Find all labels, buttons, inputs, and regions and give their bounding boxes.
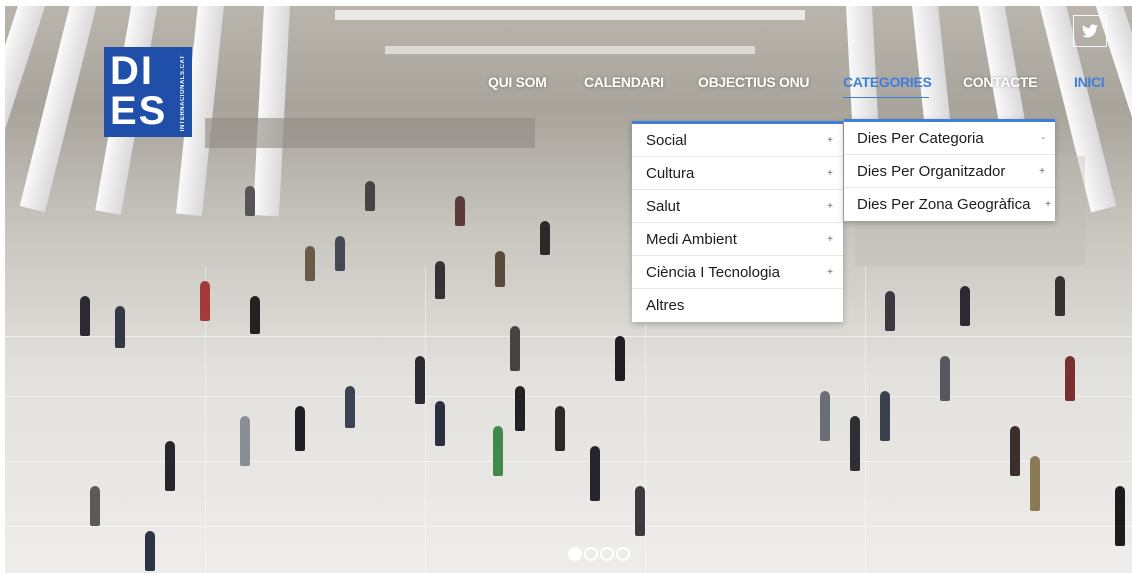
ceiling-beam (335, 10, 805, 20)
menu-item-label: Altres (646, 297, 685, 314)
menu-item-ciencia-tecnologia[interactable]: Ciència I Tecnologia + (632, 256, 843, 289)
menu-item-label: Cultura (646, 165, 695, 182)
person (885, 291, 895, 331)
nav-qui-som[interactable]: QUI SOM (488, 74, 547, 90)
slider-dot-1[interactable] (568, 547, 582, 561)
person (90, 486, 100, 526)
menu-item-label: Ciència I Tecnologia (646, 264, 780, 281)
person (335, 236, 345, 271)
person (615, 336, 625, 381)
menu-item-label: Dies Per Zona Geogràfica (857, 196, 1031, 213)
nav-calendari[interactable]: CALENDARI (584, 74, 664, 90)
expand-plus-icon: + (827, 201, 833, 212)
person (305, 246, 315, 281)
menu-item-salut[interactable]: Salut + (632, 190, 843, 223)
person (960, 286, 970, 326)
person (1055, 276, 1065, 316)
slider-dot-4[interactable] (616, 547, 630, 561)
ceiling-beam (385, 46, 755, 54)
person (245, 186, 255, 216)
menu-item-medi-ambient[interactable]: Medi Ambient + (632, 223, 843, 256)
person (200, 281, 210, 321)
slider-dot-2[interactable] (584, 547, 598, 561)
logo-letters-bottom: ES (110, 89, 168, 133)
person (345, 386, 355, 428)
ceiling-rib (252, 6, 291, 217)
person (590, 446, 600, 501)
person (365, 181, 375, 211)
menu-item-label: Dies Per Organitzador (857, 163, 1006, 180)
categories-dropdown: Social + Cultura + Salut + Medi Ambient … (632, 121, 843, 322)
main-nav: QUI SOM CALENDARI OBJECTIUS ONU CATEGORI… (0, 74, 1132, 94)
expand-plus-icon: + (827, 234, 833, 245)
slider-pagination (568, 547, 630, 565)
submenu-item-dies-per-organitzador[interactable]: Dies Per Organitzador + (844, 155, 1055, 188)
floor-line (5, 396, 1132, 397)
person (1065, 356, 1075, 401)
person (295, 406, 305, 451)
person (850, 416, 860, 471)
expand-plus-icon: + (827, 168, 833, 179)
person (250, 296, 260, 334)
person (145, 531, 155, 571)
person (880, 391, 890, 441)
twitter-icon (1082, 24, 1098, 38)
nav-objectius-onu[interactable]: OBJECTIUS ONU (698, 74, 810, 90)
menu-item-cultura[interactable]: Cultura + (632, 157, 843, 190)
expand-plus-icon: + (1045, 199, 1051, 210)
menu-item-label: Dies Per Categoria (857, 130, 984, 147)
person (455, 196, 465, 226)
person (940, 356, 950, 401)
person (1030, 456, 1040, 511)
floor-line (425, 266, 426, 573)
slider-dot-3[interactable] (600, 547, 614, 561)
person (80, 296, 90, 336)
menu-item-social[interactable]: Social + (632, 124, 843, 157)
expand-plus-icon: + (827, 267, 833, 278)
person (555, 406, 565, 451)
person (415, 356, 425, 404)
floor-line (5, 336, 1132, 337)
person (115, 306, 125, 348)
categories-submenu: Dies Per Categoria - Dies Per Organitzad… (844, 119, 1055, 221)
nav-active-underline (843, 97, 929, 98)
expand-plus-icon: + (827, 135, 833, 146)
collapse-minus-icon: - (1041, 133, 1045, 144)
person (165, 441, 175, 491)
nav-inici[interactable]: INICI (1074, 74, 1112, 90)
nav-contacte[interactable]: CONTACTE (963, 74, 1038, 90)
submenu-item-dies-per-zona-geografica[interactable]: Dies Per Zona Geogràfica + (844, 188, 1055, 221)
menu-item-label: Social (646, 132, 687, 149)
person (240, 416, 250, 466)
menu-item-label: Salut (646, 198, 681, 215)
person (1010, 426, 1020, 476)
person (435, 261, 445, 299)
twitter-button[interactable] (1073, 15, 1107, 47)
person (510, 326, 520, 371)
floor-line (5, 526, 1132, 527)
expand-plus-icon: + (1039, 166, 1045, 177)
person (540, 221, 550, 255)
person (635, 486, 645, 536)
menu-item-label: Medi Ambient (646, 231, 737, 248)
nav-categories[interactable]: CATEGORIES (843, 74, 932, 90)
person (493, 426, 503, 476)
menu-item-altres[interactable]: Altres (632, 289, 843, 322)
submenu-item-dies-per-categoria[interactable]: Dies Per Categoria - (844, 122, 1055, 155)
person (1115, 486, 1125, 546)
person (495, 251, 505, 287)
balcony-left (205, 118, 535, 148)
person (435, 401, 445, 446)
floor-line (865, 266, 866, 573)
person (820, 391, 830, 441)
person (515, 386, 525, 431)
